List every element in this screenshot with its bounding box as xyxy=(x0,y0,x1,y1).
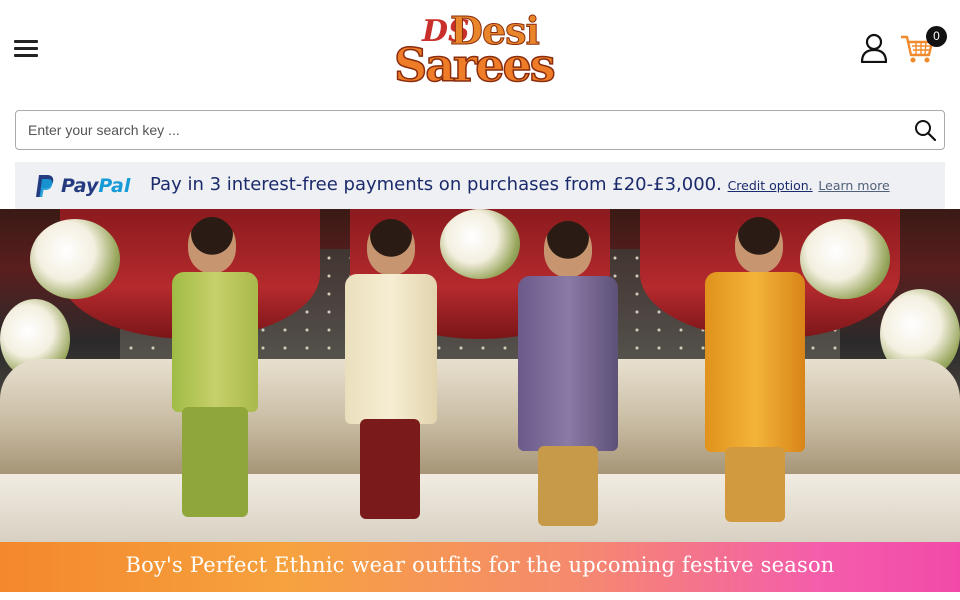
paypal-p-icon xyxy=(36,175,54,197)
paypal-wordmark: PayPal xyxy=(61,175,131,197)
hero-sofa xyxy=(0,359,960,489)
paypal-message: Pay in 3 interest-free payments on purch… xyxy=(150,174,890,195)
search-input[interactable] xyxy=(28,111,898,148)
hamburger-menu-icon[interactable] xyxy=(14,40,38,58)
paypal-message-text: Pay in 3 interest-free payments on purch… xyxy=(150,174,722,195)
logo-text-sarees: Sarees xyxy=(393,37,556,93)
page-bottom-strip xyxy=(0,592,960,600)
site-header: DS Desi Sarees 0 xyxy=(0,0,960,106)
hero-model-boy-green xyxy=(160,217,270,537)
hero-caption-banner[interactable]: Boy's Perfect Ethnic wear outfits for th… xyxy=(0,542,960,592)
search-bar xyxy=(15,110,945,150)
hero-caption-text: Boy's Perfect Ethnic wear outfits for th… xyxy=(125,553,835,577)
user-account-icon[interactable] xyxy=(860,33,888,63)
paypal-promo-bar: PayPal Pay in 3 interest-free payments o… xyxy=(15,162,945,210)
hero-model-boy-purple xyxy=(508,221,628,541)
paypal-logo: PayPal xyxy=(35,173,130,199)
paypal-learn-more-link[interactable]: Learn more xyxy=(818,178,889,193)
site-logo[interactable]: DS Desi Sarees xyxy=(392,8,570,93)
hero-floor xyxy=(0,474,960,542)
paypal-credit-link[interactable]: Credit option. xyxy=(728,178,813,193)
hero-model-boy-orange xyxy=(695,217,815,537)
cart-count-badge: 0 xyxy=(926,26,947,47)
hero-model-boy-cream xyxy=(335,219,445,539)
search-icon[interactable] xyxy=(914,119,936,141)
hero-banner-image[interactable] xyxy=(0,209,960,542)
hero-flower xyxy=(30,219,120,299)
